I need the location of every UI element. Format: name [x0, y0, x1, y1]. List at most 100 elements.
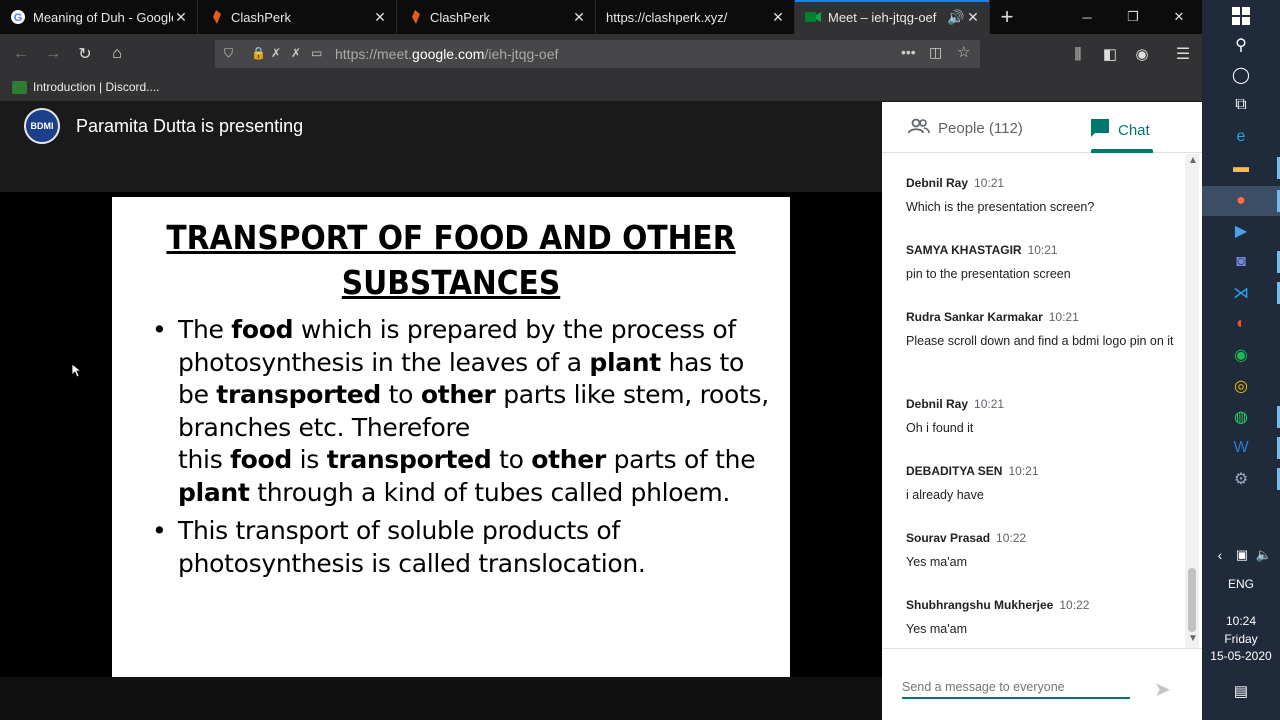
message-text: i already have	[906, 488, 984, 502]
sender-name: Shubhrangshu Mukherjee	[906, 598, 1054, 612]
camera-blocked-icon[interactable]: ✗	[271, 46, 281, 60]
tab-people[interactable]: People (112)	[908, 118, 1023, 138]
shield-icon[interactable]: ⛉	[224, 46, 233, 61]
speaker-icon[interactable]: 🔊	[947, 9, 964, 26]
bookmarks-bar: Introduction | Discord....	[0, 74, 1202, 102]
close-tab-icon[interactable]: ✕	[173, 9, 189, 26]
browser-tab-strip: G Meaning of Duh - Google ✕ ClashPerk ✕ …	[0, 0, 1202, 34]
chat-message: Debnil Ray 10:21 Oh i found it	[906, 395, 1176, 462]
sender-name: Sourav Prasad	[906, 531, 991, 545]
firefox-icon[interactable]: ●	[1229, 189, 1253, 213]
presentation-stage: BDMI Paramita Dutta is presenting TRANSP…	[0, 102, 882, 720]
browser-tab[interactable]: ClashPerk ✕	[397, 0, 596, 34]
svg-text:G: G	[14, 12, 23, 24]
pocket-icon[interactable]: ◫	[929, 44, 942, 61]
slide-bullet: This transport of soluble products of ph…	[152, 515, 772, 580]
presenter-header: BDMI Paramita Dutta is presenting	[0, 102, 882, 192]
edge-icon[interactable]: e	[1229, 125, 1253, 149]
address-bar[interactable]: ⛉ 🔒 ✗ ✗ ▭ https://meet.google.com/ieh-jt…	[215, 40, 980, 68]
message-time: 10:21	[974, 176, 1005, 190]
chat-scrollbar-thumb[interactable]	[1188, 568, 1196, 632]
sidebar-icon[interactable]: ◧	[1098, 42, 1122, 66]
chat-composer: ➤	[882, 648, 1202, 720]
notification-icon[interactable]: ▤	[1229, 679, 1253, 703]
browser-tab-active[interactable]: Meet – ieh-jtqg-oef 🔊 ✕	[795, 0, 990, 34]
file-explorer-icon[interactable]: ▬	[1229, 156, 1253, 180]
browser-tab[interactable]: ClashPerk ✕	[198, 0, 397, 34]
vscode-icon[interactable]: ⋊	[1229, 281, 1253, 305]
home-icon[interactable]: ⌂	[105, 42, 129, 66]
lock-icon[interactable]: 🔒	[251, 46, 266, 60]
spotify-icon[interactable]: ◉	[1229, 343, 1253, 367]
slide-bullets: The food which is prepared by the proces…	[152, 314, 772, 586]
task-view-icon[interactable]: ⧉	[1229, 93, 1253, 117]
chat-message-input[interactable]	[902, 677, 1130, 699]
sender-name: SAMYA KHASTAGIR	[906, 243, 1022, 257]
more-actions-icon[interactable]: •••	[901, 44, 916, 60]
browser-tab[interactable]: https://clashperk.xyz/ ✕	[596, 0, 795, 34]
close-tab-icon[interactable]: ✕	[770, 9, 786, 26]
back-icon[interactable]: ←	[9, 42, 33, 66]
window-controls: ─ ❐ ✕	[1064, 0, 1202, 34]
forward-icon[interactable]: →	[41, 42, 65, 66]
language-indicator[interactable]: ENG	[1202, 577, 1280, 591]
close-window-icon[interactable]: ✕	[1156, 0, 1202, 34]
message-text: Please scroll down and find a bdmi logo …	[906, 334, 1174, 348]
close-tab-icon[interactable]: ✕	[571, 9, 587, 26]
browser-navbar: ← → ↻ ⌂ ⛉ 🔒 ✗ ✗ ▭ https://meet.google.co…	[0, 34, 1202, 74]
clock-time[interactable]: 10:24	[1202, 614, 1280, 628]
reload-icon[interactable]: ↻	[73, 42, 97, 66]
chat-messages: Debnil Ray 10:21 Which is the presentatio…	[906, 174, 1176, 663]
bookmark-star-icon[interactable]: ☆	[957, 43, 970, 61]
tab-title: Meaning of Duh - Google	[33, 9, 173, 25]
app-icon[interactable]: ◐	[1229, 312, 1253, 336]
screen-share-icon[interactable]: ▭	[311, 46, 322, 60]
chat-message: Rudra Sankar Karmakar 10:21 Please scroll…	[906, 308, 1176, 395]
close-tab-icon[interactable]: ✕	[372, 9, 388, 26]
logo-text: BDMI	[30, 121, 54, 131]
browser-tab[interactable]: G Meaning of Duh - Google ✕	[0, 0, 198, 34]
slide-title-line: SUBSTANCES	[341, 263, 561, 302]
message-time: 10:22	[996, 531, 1027, 545]
word-icon[interactable]: W	[1229, 436, 1253, 460]
menu-icon[interactable]: ☰	[1171, 42, 1195, 66]
cortana-icon[interactable]: ◯	[1229, 63, 1253, 87]
volume-icon[interactable]: 🔈	[1252, 543, 1276, 567]
clock-date[interactable]: 15-05-2020	[1202, 649, 1280, 663]
windows-start-icon[interactable]	[1229, 4, 1253, 28]
scroll-down-icon[interactable]: ▼	[1188, 633, 1198, 644]
mic-blocked-icon[interactable]: ✗	[291, 46, 301, 60]
network-icon[interactable]: ▣	[1230, 543, 1254, 567]
sender-name: DEBADITYA SEN	[906, 464, 1003, 478]
clock-day[interactable]: Friday	[1202, 632, 1280, 646]
app-icon[interactable]: ⚙	[1229, 467, 1253, 491]
screen: G Meaning of Duh - Google ✕ ClashPerk ✕ …	[0, 0, 1280, 720]
chat-icon	[1090, 118, 1110, 142]
message-text: Yes ma'am	[906, 622, 967, 636]
search-icon[interactable]: ⚲	[1229, 33, 1253, 57]
school-logo: BDMI	[24, 108, 60, 144]
close-tab-icon[interactable]: ✕	[965, 9, 981, 26]
restore-icon[interactable]: ❐	[1110, 0, 1156, 34]
send-icon[interactable]: ➤	[1154, 677, 1171, 702]
minimize-icon[interactable]: ─	[1064, 0, 1110, 34]
powershell-icon[interactable]: ▶	[1229, 219, 1253, 243]
url-text: https://meet.google.com/ieh-jtqg-oef	[335, 46, 559, 62]
whatsapp-icon[interactable]: ◍	[1229, 405, 1253, 429]
library-icon[interactable]: ⫼	[1066, 42, 1090, 66]
discord-icon[interactable]: ◙	[1229, 250, 1253, 274]
account-icon[interactable]: ◉	[1130, 42, 1154, 66]
clashperk-icon	[208, 9, 224, 25]
message-time: 10:22	[1059, 598, 1090, 612]
people-icon	[908, 118, 930, 138]
windows-taskbar: ⚲ ◯ ⧉ e ▬ ● ▶ ◙ ⋊ ◐ ◉ ◎ ◍ W ⚙ ‹ ▣ 🔈 ENG …	[1202, 0, 1280, 720]
chat-message: Debnil Ray 10:21 Which is the presentatio…	[906, 174, 1176, 241]
message-time: 10:21	[974, 397, 1005, 411]
tab-title: ClashPerk	[430, 9, 490, 25]
tab-chat[interactable]: Chat	[1090, 118, 1150, 142]
new-tab-button[interactable]: +	[990, 0, 1024, 34]
scroll-up-icon[interactable]: ▲	[1188, 155, 1198, 166]
chevron-left-icon[interactable]: ‹	[1208, 543, 1232, 567]
chrome-icon[interactable]: ◎	[1229, 374, 1253, 398]
bookmark-item[interactable]: Introduction | Discord....	[12, 80, 160, 94]
